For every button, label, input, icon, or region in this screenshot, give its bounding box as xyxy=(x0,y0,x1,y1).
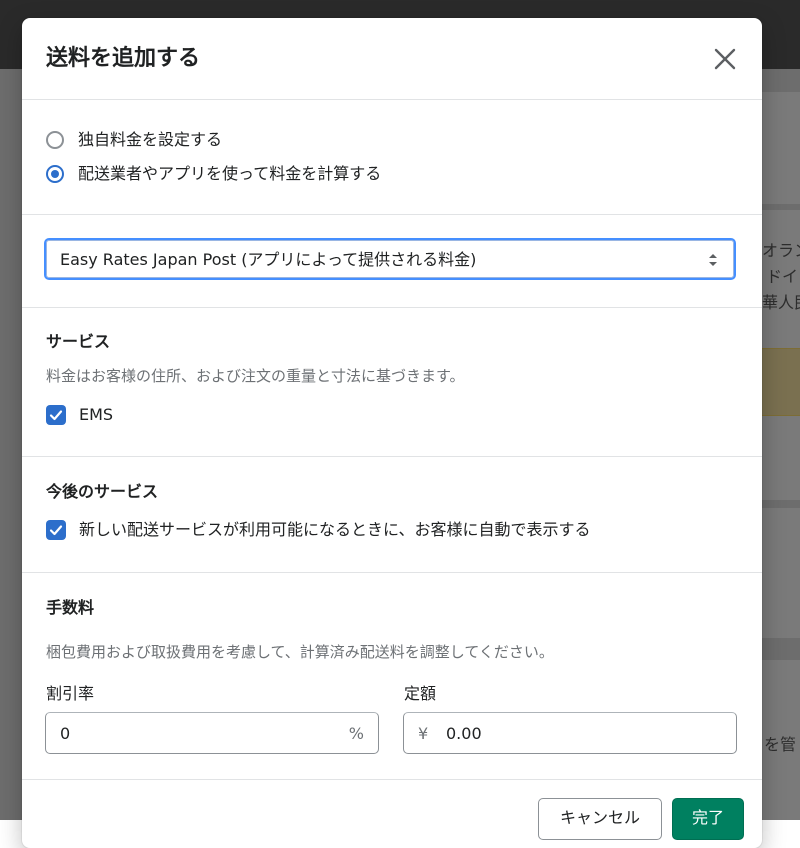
checkbox[interactable] xyxy=(46,520,66,540)
select-value: Easy Rates Japan Post (アプリによって提供される料金) xyxy=(60,250,477,269)
services-heading: サービス xyxy=(46,332,111,351)
select-arrows-icon xyxy=(709,254,717,266)
radio-button[interactable] xyxy=(46,165,64,183)
modal-header: 送料を追加する xyxy=(22,18,762,100)
flat-fee-input[interactable]: ¥ 0.00 xyxy=(403,712,737,754)
future-services-heading: 今後のサービス xyxy=(46,482,159,501)
checkbox-label: 新しい配送サービスが利用可能になるときに、お客様に自動で表示する xyxy=(79,520,591,539)
percentage-value: 0 xyxy=(60,724,71,743)
checkbox-label: EMS xyxy=(79,405,114,424)
percentage-label: 割引率 xyxy=(46,684,95,703)
radio-button[interactable] xyxy=(46,131,64,149)
cancel-button[interactable]: キャンセル xyxy=(538,798,662,840)
done-button[interactable]: 完了 xyxy=(672,798,744,840)
checkmark-icon xyxy=(49,410,63,421)
modal-title: 送料を追加する xyxy=(46,46,201,71)
handling-fee-section: 手数料 梱包費用および取扱費用を考慮して、計算済み配送料を調整してください。 割… xyxy=(22,573,762,780)
services-section: サービス 料金はお客様の住所、および注文の重量と寸法に基づきます。 EMS xyxy=(22,308,762,457)
radio-calculated-rate[interactable]: 配送業者やアプリを使って料金を計算する xyxy=(46,162,381,186)
checkbox[interactable] xyxy=(46,405,66,425)
rate-provider-select[interactable]: Easy Rates Japan Post (アプリによって提供される料金) xyxy=(44,238,736,280)
percentage-input[interactable]: 0 % xyxy=(45,712,379,754)
radio-custom-rate[interactable]: 独自料金を設定する xyxy=(46,128,222,152)
future-services-checkbox[interactable]: 新しい配送サービスが利用可能になるときに、お客様に自動で表示する xyxy=(46,518,591,542)
background-text-4: を管 xyxy=(764,735,797,754)
background-banner xyxy=(756,348,800,416)
currency-prefix: ¥ xyxy=(418,724,429,743)
radio-label: 配送業者やアプリを使って料金を計算する xyxy=(78,164,382,183)
radio-label: 独自料金を設定する xyxy=(78,130,223,149)
close-button[interactable] xyxy=(710,44,740,74)
checkmark-icon xyxy=(49,525,63,536)
percentage-suffix: % xyxy=(348,724,364,743)
handling-fee-heading: 手数料 xyxy=(46,598,95,617)
flat-fee-value: 0.00 xyxy=(446,724,482,743)
rate-type-section: 独自料金を設定する 配送業者やアプリを使って料金を計算する xyxy=(22,100,762,215)
handling-fee-description: 梱包費用および取扱費用を考慮して、計算済み配送料を調整してください。 xyxy=(46,643,554,661)
service-checkbox-ems[interactable]: EMS xyxy=(46,403,113,427)
flat-fee-label: 定額 xyxy=(404,684,437,703)
future-services-section: 今後のサービス 新しい配送サービスが利用可能になるときに、お客様に自動で表示する xyxy=(22,457,762,573)
close-icon xyxy=(714,48,736,70)
background-text-3: 華人民 xyxy=(762,293,800,312)
services-description: 料金はお客様の住所、および注文の重量と寸法に基づきます。 xyxy=(46,367,465,385)
add-shipping-rate-modal: 送料を追加する 独自料金を設定する 配送業者やアプリを使って料金を計算する Ea… xyxy=(22,18,762,848)
